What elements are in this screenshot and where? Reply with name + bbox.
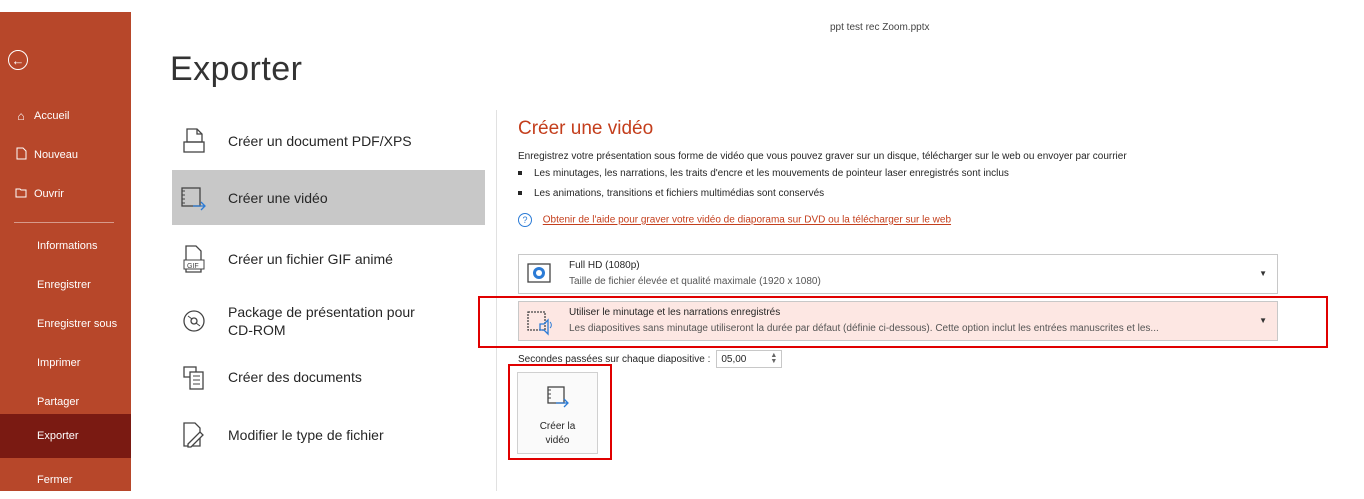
- export-option-label: Modifier le type de fichier: [228, 426, 384, 443]
- sidebar-item-label: Partager: [37, 396, 80, 408]
- sidebar-item-label: Exporter: [37, 430, 79, 442]
- gif-file-icon: GIF: [174, 244, 214, 274]
- change-file-type-icon: [174, 420, 214, 450]
- export-option-gif[interactable]: GIF Créer un fichier GIF animé: [172, 231, 485, 286]
- seconds-label: Secondes passées sur chaque diapositive …: [518, 353, 711, 365]
- home-icon: ⌂: [17, 109, 25, 123]
- help-question-icon: ?: [518, 213, 532, 227]
- window-title: ppt test rec Zoom.pptx: [830, 22, 930, 33]
- pdf-document-icon: [174, 127, 214, 155]
- quality-monitor-icon: [525, 261, 553, 287]
- seconds-stepper[interactable]: 05,00 ▲ ▼: [716, 350, 783, 368]
- new-document-icon: [14, 147, 28, 163]
- export-option-label: Créer un fichier GIF animé: [228, 250, 393, 267]
- spinner-arrows-icon[interactable]: ▲ ▼: [770, 352, 777, 365]
- export-option-label: Package de présentation pour CD-ROM: [228, 303, 415, 338]
- cd-rom-icon: [174, 307, 214, 335]
- export-option-label: Créer une vidéo: [228, 189, 328, 206]
- highlight-box-create: [508, 364, 612, 460]
- export-option-label: Créer des documents: [228, 368, 362, 385]
- sidebar-item-ouvrir[interactable]: Ouvrir: [0, 175, 131, 213]
- sidebar-item-imprimer[interactable]: Imprimer: [0, 344, 131, 382]
- page-title: Exporter: [170, 50, 303, 88]
- export-option-handouts[interactable]: Créer des documents: [172, 349, 485, 404]
- section-description: Enregistrez votre présentation sous form…: [518, 151, 1127, 162]
- svg-text:GIF: GIF: [187, 263, 199, 270]
- bullet-item: Les minutages, les narrations, les trait…: [518, 168, 1009, 179]
- sidebar-item-informations[interactable]: Informations: [0, 227, 131, 265]
- sidebar-item-label: Informations: [37, 240, 98, 252]
- sidebar-item-exporter[interactable]: Exporter: [0, 414, 131, 458]
- export-option-video[interactable]: Créer une vidéo: [172, 170, 485, 225]
- sidebar-item-fermer[interactable]: Fermer: [0, 461, 131, 499]
- sidebar-item-label: Enregistrer: [37, 279, 91, 291]
- video-icon: [174, 184, 214, 212]
- quality-dropdown[interactable]: Full HD (1080p) Taille de fichier élevée…: [518, 254, 1278, 294]
- export-option-label: Créer un document PDF/XPS: [228, 132, 412, 149]
- sidebar-item-enregistrer-sous[interactable]: Enregistrer sous: [0, 305, 131, 343]
- section-title: Créer une vidéo: [518, 118, 654, 139]
- sidebar-item-accueil[interactable]: ⌂ Accueil: [0, 97, 131, 135]
- bullet-item: Les animations, transitions et fichiers …: [518, 188, 824, 199]
- sidebar-item-label: Imprimer: [37, 357, 81, 369]
- export-option-cd-rom[interactable]: Package de présentation pour CD-ROM: [172, 293, 485, 348]
- quality-subtitle: Taille de fichier élevée et qualité maxi…: [569, 276, 821, 287]
- backstage-sidebar: ← ⌂ Accueil Nouveau Ouvrir Informations …: [0, 12, 131, 491]
- back-arrow-icon[interactable]: ←: [8, 50, 28, 70]
- sidebar-item-enregistrer[interactable]: Enregistrer: [0, 266, 131, 304]
- highlight-box-timing: [478, 296, 1328, 348]
- export-option-change-file-type[interactable]: Modifier le type de fichier: [172, 407, 485, 462]
- sidebar-item-label: Accueil: [34, 110, 70, 122]
- sidebar-item-label: Enregistrer sous: [37, 318, 118, 330]
- sidebar-item-nouveau[interactable]: Nouveau: [0, 136, 131, 174]
- help-link[interactable]: Obtenir de l'aide pour graver votre vidé…: [543, 215, 951, 226]
- chevron-down-icon: ▼: [1259, 269, 1267, 278]
- sidebar-item-label: Nouveau: [34, 149, 79, 161]
- export-option-pdf-xps[interactable]: Créer un document PDF/XPS: [172, 113, 485, 168]
- sidebar-divider: [14, 222, 114, 223]
- open-folder-icon: [14, 187, 28, 201]
- sidebar-item-label: Fermer: [37, 474, 73, 486]
- quality-title: Full HD (1080p): [569, 260, 640, 271]
- seconds-value: 05,00: [721, 353, 747, 365]
- sidebar-item-label: Ouvrir: [34, 188, 64, 200]
- handouts-icon: [174, 363, 214, 391]
- help-link-row: ? Obtenir de l'aide pour graver votre vi…: [518, 213, 951, 227]
